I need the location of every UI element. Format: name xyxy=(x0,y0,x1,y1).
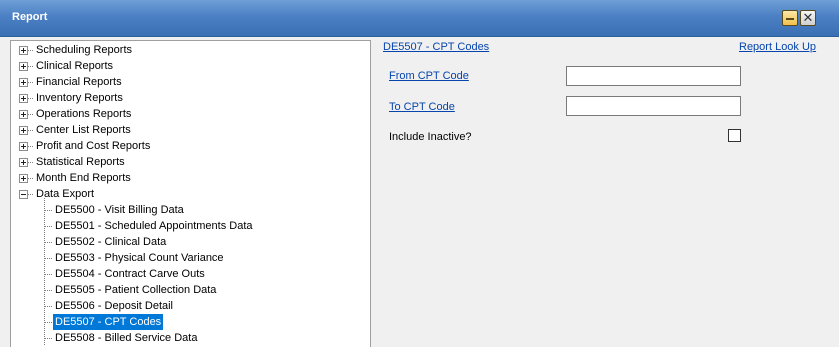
tree-connector xyxy=(45,338,53,339)
tree-child-label: DE5502 - Clinical Data xyxy=(55,236,167,248)
tree-category-label: Statistical Reports xyxy=(36,156,125,168)
tree-category-item[interactable]: Profit and Cost Reports xyxy=(11,138,370,154)
report-tree[interactable]: Scheduling Reports Clinical Reports Financ… xyxy=(10,40,371,347)
tree-category-item[interactable]: Data Export xyxy=(11,186,370,202)
report-title-link[interactable]: DE5507 - CPT Codes xyxy=(383,41,489,53)
tree-child-label: DE5500 - Visit Billing Data xyxy=(55,204,184,216)
window-title: Report xyxy=(12,11,48,23)
tree-child-label: DE5503 - Physical Count Variance xyxy=(55,252,224,264)
tree-child-label: DE5507 - CPT Codes xyxy=(53,314,164,330)
tree-category-item[interactable]: Operations Reports xyxy=(11,106,370,122)
tree-category-label: Inventory Reports xyxy=(36,92,123,104)
tree-category-label: Clinical Reports xyxy=(36,60,114,72)
from-cpt-code-label[interactable]: From CPT Code xyxy=(389,70,469,82)
from-cpt-code-input[interactable] xyxy=(566,66,741,86)
tree-category-item[interactable]: Center List Reports xyxy=(11,122,370,138)
tree-child-label: DE5505 - Patient Collection Data xyxy=(55,284,217,296)
expand-icon[interactable] xyxy=(19,158,28,167)
tree-child-item[interactable]: DE5500 - Visit Billing Data xyxy=(11,202,370,218)
tree-connector xyxy=(45,322,53,323)
tree-category-item[interactable]: Scheduling Reports xyxy=(11,42,370,58)
expand-icon[interactable] xyxy=(19,46,28,55)
tree-child-item[interactable]: DE5503 - Physical Count Variance xyxy=(11,250,370,266)
tree-child-item[interactable]: DE5501 - Scheduled Appointments Data xyxy=(11,218,370,234)
report-parameters-panel: DE5507 - CPT Codes Report Look Up From C… xyxy=(372,40,839,347)
tree-connector xyxy=(45,226,53,227)
report-lookup-link[interactable]: Report Look Up xyxy=(739,41,816,53)
expand-icon[interactable] xyxy=(19,110,28,119)
tree-category-label: Operations Reports xyxy=(36,108,132,120)
tree-connector xyxy=(45,306,53,307)
expand-icon[interactable] xyxy=(19,126,28,135)
collapse-icon[interactable] xyxy=(19,190,28,199)
close-icon[interactable]: ✕ xyxy=(800,10,816,26)
tree-connector xyxy=(45,258,53,259)
to-cpt-code-label[interactable]: To CPT Code xyxy=(389,101,455,113)
tree-category-label: Financial Reports xyxy=(36,76,122,88)
tree-category-label: Center List Reports xyxy=(36,124,131,136)
tree-category-label: Profit and Cost Reports xyxy=(36,140,151,152)
expand-icon[interactable] xyxy=(19,78,28,87)
tree-child-label: DE5506 - Deposit Detail xyxy=(55,300,174,312)
tree-category-item[interactable]: Financial Reports xyxy=(11,74,370,90)
tree-category-item[interactable]: Inventory Reports xyxy=(11,90,370,106)
tree-child-item[interactable]: DE5504 - Contract Carve Outs xyxy=(11,266,370,282)
tree-child-label: DE5504 - Contract Carve Outs xyxy=(55,268,205,280)
tree-category-label: Scheduling Reports xyxy=(36,44,133,56)
include-inactive-label: Include Inactive? xyxy=(389,131,472,143)
tree-child-item[interactable]: DE5502 - Clinical Data xyxy=(11,234,370,250)
minimize-icon[interactable] xyxy=(782,10,798,26)
expand-icon[interactable] xyxy=(19,94,28,103)
window-titlebar: Report ✕ xyxy=(0,0,839,37)
tree-child-item[interactable]: DE5507 - CPT Codes xyxy=(11,314,370,330)
tree-connector xyxy=(45,210,53,211)
tree-category-item[interactable]: Statistical Reports xyxy=(11,154,370,170)
to-cpt-code-input[interactable] xyxy=(566,96,741,116)
include-inactive-checkbox[interactable] xyxy=(728,129,741,142)
expand-icon[interactable] xyxy=(19,142,28,151)
tree-child-item[interactable]: DE5505 - Patient Collection Data xyxy=(11,282,370,298)
tree-child-label: DE5501 - Scheduled Appointments Data xyxy=(55,220,253,232)
tree-child-item[interactable]: DE5506 - Deposit Detail xyxy=(11,298,370,314)
tree-connector xyxy=(45,290,53,291)
tree-child-item[interactable]: DE5508 - Billed Service Data xyxy=(11,330,370,346)
expand-icon[interactable] xyxy=(19,174,28,183)
expand-icon[interactable] xyxy=(19,62,28,71)
tree-category-label: Month End Reports xyxy=(36,172,131,184)
tree-category-item[interactable]: Month End Reports xyxy=(11,170,370,186)
tree-category-item[interactable]: Clinical Reports xyxy=(11,58,370,74)
tree-connector xyxy=(45,274,53,275)
tree-connector xyxy=(45,242,53,243)
tree-child-label: DE5508 - Billed Service Data xyxy=(55,332,198,344)
